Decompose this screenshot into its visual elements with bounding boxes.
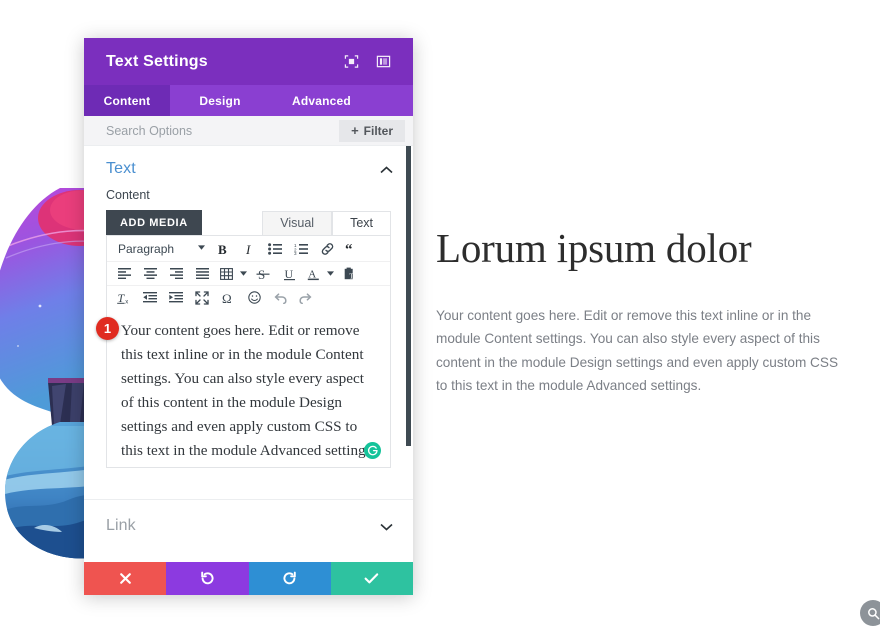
- align-justify-icon[interactable]: [189, 263, 215, 285]
- paste-as-text-icon[interactable]: T: [337, 263, 363, 285]
- panel-scrollbar-thumb[interactable]: [406, 146, 411, 446]
- panel-header: Text Settings: [84, 38, 413, 85]
- save-button[interactable]: [330, 562, 413, 595]
- chevron-up-icon[interactable]: [380, 163, 393, 176]
- wysiwyg-editor: ADD MEDIA Visual Text Paragraph B I 1 2 …: [106, 209, 391, 468]
- emoji-icon[interactable]: [241, 287, 267, 309]
- paragraph-format-value: Paragraph: [118, 241, 175, 256]
- svg-text:U: U: [284, 267, 293, 281]
- tab-visual[interactable]: Visual: [262, 211, 333, 235]
- insert-link-icon[interactable]: [314, 238, 340, 260]
- editor-textarea[interactable]: Your content goes here. Edit or remove t…: [107, 309, 390, 467]
- tab-advanced[interactable]: Advanced: [270, 85, 373, 116]
- panel-footer-actions: [84, 562, 413, 595]
- section-header-link[interactable]: Link: [84, 500, 413, 552]
- svg-text:B: B: [218, 242, 227, 256]
- panel-tabs: Content Design Advanced: [84, 85, 413, 116]
- panel-layout-icon[interactable]: [370, 49, 396, 75]
- section-title-link: Link: [106, 517, 136, 534]
- paragraph-format-select[interactable]: Paragraph: [111, 242, 210, 256]
- svg-text:“: “: [345, 243, 353, 255]
- grammarly-icon[interactable]: [364, 442, 381, 459]
- table-icon[interactable]: [215, 263, 237, 285]
- editor-topbar: ADD MEDIA Visual Text: [106, 209, 391, 235]
- svg-text:Ω: Ω: [222, 291, 232, 305]
- bulleted-list-icon[interactable]: [262, 238, 288, 260]
- underline-icon[interactable]: U: [276, 263, 302, 285]
- editor-toolbar-row-1: Paragraph B I 1 2 3 “: [107, 236, 390, 261]
- editor-box: Paragraph B I 1 2 3 “ S U A T T x Ω Your…: [106, 235, 391, 468]
- align-center-icon[interactable]: [137, 263, 163, 285]
- page-content: Lorum ipsum dolor Your content goes here…: [436, 225, 842, 398]
- panel-title: Text Settings: [106, 52, 208, 70]
- svg-text:I: I: [245, 242, 251, 256]
- filter-button[interactable]: + Filter: [339, 119, 405, 142]
- italic-icon[interactable]: I: [236, 238, 262, 260]
- page-paragraph: Your content goes here. Edit or remove t…: [436, 308, 839, 394]
- bold-icon[interactable]: B: [210, 238, 236, 260]
- table-chevron-down-icon[interactable]: [237, 263, 250, 285]
- numbered-list-icon[interactable]: 1 2 3: [288, 238, 314, 260]
- redo-button[interactable]: [248, 562, 331, 595]
- search-input[interactable]: [84, 122, 340, 139]
- align-left-icon[interactable]: [111, 263, 137, 285]
- tab-design[interactable]: Design: [170, 85, 270, 116]
- text-color-icon[interactable]: A: [302, 263, 324, 285]
- content-field-label: Content: [106, 188, 150, 202]
- editor-toolbar-row-2: S U A T: [107, 262, 390, 285]
- text-color-chevron-down-icon[interactable]: [324, 263, 337, 285]
- strikethrough-icon[interactable]: S: [250, 263, 276, 285]
- svg-text:3: 3: [294, 251, 297, 255]
- section-title-text: Text: [106, 160, 136, 177]
- tab-text[interactable]: Text: [332, 211, 391, 235]
- blockquote-icon[interactable]: “: [340, 238, 366, 260]
- tab-content[interactable]: Content: [84, 85, 170, 116]
- chevron-down-icon[interactable]: [380, 520, 393, 533]
- plus-icon: +: [351, 123, 359, 138]
- special-character-icon[interactable]: Ω: [215, 287, 241, 309]
- add-media-button[interactable]: ADD MEDIA: [106, 210, 202, 235]
- section-header-text[interactable]: Text: [84, 146, 413, 188]
- cancel-button[interactable]: [84, 562, 167, 595]
- svg-text:T: T: [349, 273, 354, 280]
- chevron-down-icon: [198, 245, 210, 252]
- text-settings-panel: Text Settings Content Design Advanced + …: [84, 38, 413, 595]
- undo-icon[interactable]: [267, 287, 293, 309]
- editor-toolbar-row-3: T x Ω: [107, 286, 390, 309]
- page-title: Lorum ipsum dolor: [436, 225, 752, 271]
- fullscreen-icon[interactable]: [189, 287, 215, 309]
- help-search-icon[interactable]: [860, 600, 880, 626]
- filter-button-label: Filter: [363, 123, 393, 138]
- undo-button[interactable]: [166, 562, 249, 595]
- svg-text:x: x: [125, 299, 128, 304]
- clear-formatting-icon[interactable]: T x: [111, 287, 137, 309]
- step-badge-1: 1: [96, 317, 119, 340]
- align-right-icon[interactable]: [163, 263, 189, 285]
- editor-mode-tabs: Visual Text: [262, 211, 391, 235]
- indent-icon[interactable]: [163, 287, 189, 309]
- redo-icon[interactable]: [293, 287, 319, 309]
- panel-body: Text Content ADD MEDIA Visual Text Parag…: [84, 146, 413, 562]
- outdent-icon[interactable]: [137, 287, 163, 309]
- focus-mode-icon[interactable]: [338, 49, 364, 75]
- panel-scrollbar[interactable]: [406, 146, 411, 534]
- search-options-row: + Filter: [84, 116, 413, 146]
